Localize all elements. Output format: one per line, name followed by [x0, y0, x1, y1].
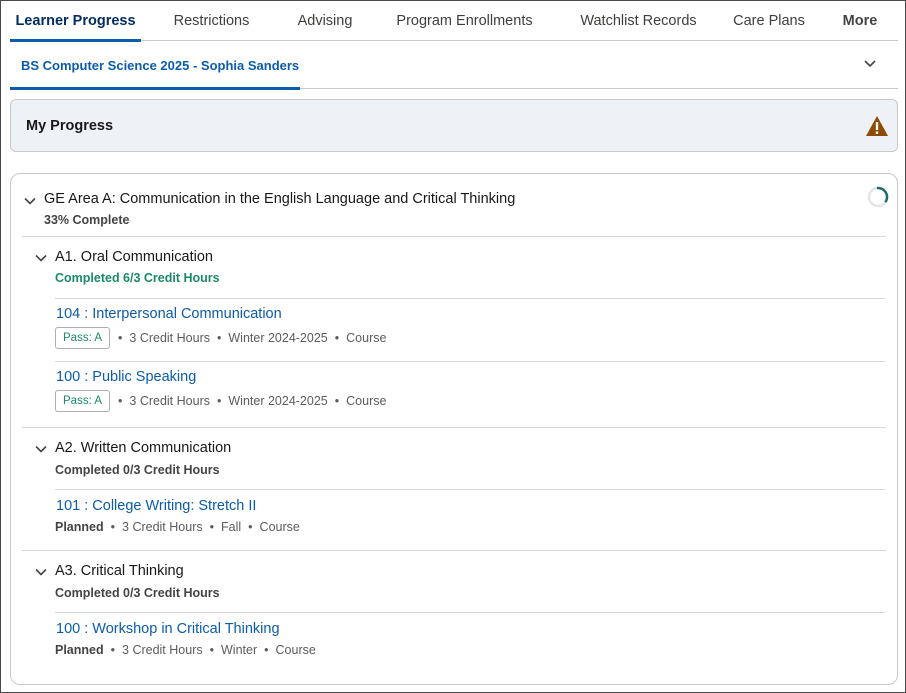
tab-program-enrollments[interactable]: Program Enrollments [368, 0, 561, 41]
grade-badge: Pass: A [55, 327, 110, 349]
credit-hours: 3 Credit Hours [129, 331, 210, 345]
term: Fall [221, 520, 242, 534]
tab-label: Program Enrollments [396, 12, 533, 29]
separator: • [110, 520, 116, 534]
divider [55, 298, 885, 299]
separator: • [334, 394, 340, 408]
my-progress-header: My Progress [10, 99, 898, 152]
credit-hours: 3 Credit Hours [122, 643, 203, 657]
separator: • [118, 331, 123, 345]
separator: • [334, 331, 340, 345]
chevron-down-icon[interactable] [862, 55, 878, 71]
separator: • [264, 643, 269, 657]
separator: • [209, 643, 214, 657]
requirement-card: GE Area A: Communication in the English … [10, 173, 898, 685]
course-type: Course [346, 394, 387, 408]
divider [22, 427, 886, 428]
record-tabs: Learner Progress Restrictions Advising P… [10, 0, 898, 42]
course-link[interactable]: 101 : College Writing: Stretch II [56, 498, 256, 514]
tab-care-plans[interactable]: Care Plans [716, 0, 822, 41]
course-link[interactable]: 100 : Workshop in Critical Thinking [56, 621, 280, 637]
tab-advising[interactable]: Advising [282, 0, 368, 41]
area-title: GE Area A: Communication in the English … [44, 191, 516, 207]
course-meta: Planned • 3 Credit Hours • Fall • Course [55, 520, 300, 534]
section-title: A3. Critical Thinking [55, 563, 184, 579]
tab-label: Restrictions [173, 12, 250, 29]
tab-learner-progress[interactable]: Learner Progress [10, 0, 141, 42]
tab-more[interactable]: More [822, 0, 898, 41]
divider [55, 612, 885, 613]
tab-label: Advising [297, 12, 353, 29]
subtab-label: BS Computer Science 2025 - Sophia Sander… [21, 57, 300, 73]
separator: • [216, 394, 222, 408]
warning-icon[interactable] [865, 115, 889, 137]
course-type: Course [259, 520, 300, 534]
credit-hours: 3 Credit Hours [129, 394, 210, 408]
tab-label: Learner Progress [15, 12, 136, 29]
progress-title: My Progress [26, 117, 114, 134]
section-completion: Completed 0/3 Credit Hours [55, 463, 220, 477]
chevron-down-icon[interactable] [34, 442, 48, 456]
term: Winter [221, 643, 258, 657]
chevron-down-icon[interactable] [34, 251, 48, 265]
course-link[interactable]: 104 : Interpersonal Communication [56, 306, 282, 322]
section-title: A2. Written Communication [55, 440, 232, 456]
progress-ring-icon [867, 186, 889, 208]
separator: • [118, 394, 123, 408]
tab-watchlist-records[interactable]: Watchlist Records [561, 0, 716, 41]
tab-label: Watchlist Records [580, 12, 697, 29]
course-status: Planned [55, 520, 104, 534]
chevron-down-icon[interactable] [23, 194, 37, 208]
tab-label: More [842, 12, 878, 29]
divider [55, 489, 885, 490]
tab-restrictions[interactable]: Restrictions [141, 0, 282, 41]
course-type: Course [275, 643, 316, 657]
course-type: Course [346, 331, 387, 345]
separator: • [110, 643, 116, 657]
program-subtabs: BS Computer Science 2025 - Sophia Sander… [10, 41, 898, 90]
divider [55, 361, 885, 362]
chevron-down-icon[interactable] [34, 565, 48, 579]
tab-label: Care Plans [733, 12, 805, 29]
separator: • [216, 331, 222, 345]
credit-hours: 3 Credit Hours [122, 520, 203, 534]
course-meta: Planned • 3 Credit Hours • Winter • Cour… [55, 643, 316, 657]
course-meta: Pass: A • 3 Credit Hours • Winter 2024-2… [55, 327, 386, 349]
separator: • [209, 520, 214, 534]
subtab-program[interactable]: BS Computer Science 2025 - Sophia Sander… [10, 41, 300, 90]
separator: • [248, 520, 253, 534]
divider [22, 236, 886, 237]
divider [22, 550, 886, 551]
section-title: A1. Oral Communication [55, 249, 213, 265]
course-meta: Pass: A • 3 Credit Hours • Winter 2024-2… [55, 390, 386, 412]
section-completion: Completed 0/3 Credit Hours [55, 586, 220, 600]
term: Winter 2024-2025 [228, 331, 328, 345]
area-completion: 33% Complete [44, 213, 130, 227]
course-link[interactable]: 100 : Public Speaking [56, 369, 196, 385]
term: Winter 2024-2025 [228, 394, 328, 408]
course-status: Planned [55, 643, 104, 657]
grade-badge: Pass: A [55, 390, 110, 412]
section-completion: Completed 6/3 Credit Hours [55, 271, 220, 285]
